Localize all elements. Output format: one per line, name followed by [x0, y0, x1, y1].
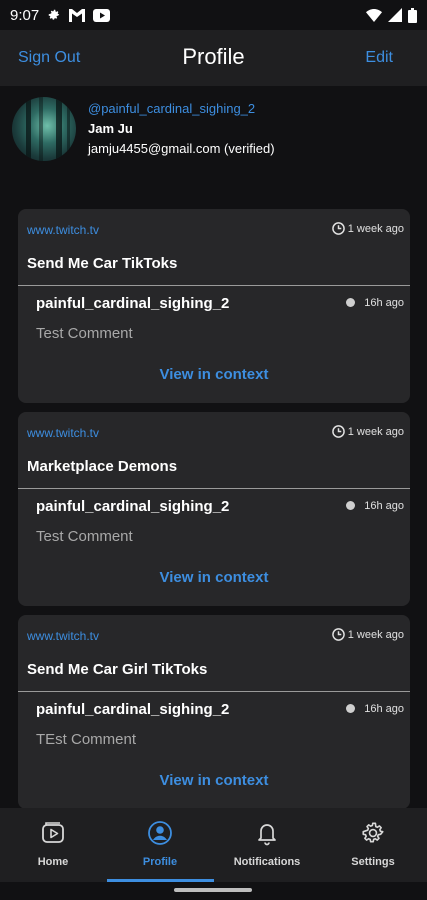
card-divider	[18, 285, 410, 286]
card-divider	[18, 691, 410, 692]
card-time-label: 1 week ago	[347, 628, 404, 641]
status-bar: 9:07	[0, 0, 427, 30]
status-time: 9:07	[10, 6, 40, 24]
settings-icon	[47, 8, 61, 22]
comment-text: Test Comment	[36, 528, 133, 545]
card-title[interactable]: Send Me Car Girl TikToks	[27, 661, 207, 678]
profile-icon	[148, 821, 172, 845]
card-title[interactable]: Marketplace Demons	[27, 458, 177, 475]
signal-icon	[388, 8, 402, 22]
card-site-link[interactable]: www.twitch.tv	[27, 426, 99, 440]
comment-status-dot	[346, 704, 355, 713]
card-time: 1 week ago	[331, 425, 404, 438]
youtube-icon	[93, 8, 111, 22]
comment-username: painful_cardinal_sighing_2	[36, 295, 230, 312]
card-site-link[interactable]: www.twitch.tv	[27, 629, 99, 643]
app-bar: Sign Out Profile Edit	[0, 30, 427, 86]
profile-email: jamju4455@gmail.com (verified)	[88, 141, 275, 156]
comment-time: 16h ago	[364, 703, 404, 715]
card-time-label: 1 week ago	[347, 425, 404, 438]
clock-icon	[331, 222, 345, 235]
home-gesture-handle[interactable]	[174, 888, 252, 892]
comment-card: www.twitch.tv 1 week ago Marketplace Dem…	[18, 412, 410, 606]
comment-text: Test Comment	[36, 325, 133, 342]
nav-notifications-label: Notifications	[233, 856, 301, 868]
profile-username[interactable]: @painful_cardinal_sighing_2	[88, 101, 255, 116]
battery-icon	[408, 7, 417, 23]
edit-button[interactable]: Edit	[365, 49, 393, 67]
clock-icon	[331, 628, 345, 641]
card-time: 1 week ago	[331, 222, 404, 235]
view-in-context-link[interactable]: View in context	[18, 569, 410, 586]
bottom-nav: Home Profile Notifications Settings	[0, 808, 427, 882]
comment-status-dot	[346, 501, 355, 510]
card-site-link[interactable]: www.twitch.tv	[27, 223, 99, 237]
comment-time: 16h ago	[364, 297, 404, 309]
nav-profile[interactable]: Profile	[107, 808, 213, 882]
gear-icon	[362, 822, 384, 843]
profile-header: @painful_cardinal_sighing_2 Jam Ju jamju…	[12, 97, 412, 167]
nav-home[interactable]: Home	[0, 808, 106, 882]
nav-settings[interactable]: Settings	[320, 808, 426, 882]
profile-name: Jam Ju	[88, 121, 133, 136]
view-in-context-link[interactable]: View in context	[18, 366, 410, 383]
card-divider	[18, 488, 410, 489]
comment-username: painful_cardinal_sighing_2	[36, 701, 230, 718]
clock-icon	[331, 425, 345, 438]
avatar	[12, 97, 76, 161]
nav-settings-label: Settings	[351, 856, 395, 868]
gmail-icon	[69, 8, 86, 22]
comment-status-dot	[346, 298, 355, 307]
comment-username: painful_cardinal_sighing_2	[36, 498, 230, 515]
nav-notifications[interactable]: Notifications	[214, 808, 320, 882]
comment-card: www.twitch.tv 1 week ago Send Me Car Gir…	[18, 615, 410, 809]
bell-icon	[258, 824, 276, 846]
nav-home-label: Home	[37, 856, 69, 868]
nav-profile-label: Profile	[142, 856, 178, 868]
gesture-bar	[0, 882, 427, 900]
comment-card: www.twitch.tv 1 week ago Send Me Car Tik…	[18, 209, 410, 403]
view-in-context-link[interactable]: View in context	[18, 772, 410, 789]
home-video-icon	[42, 822, 64, 843]
comment-time: 16h ago	[364, 500, 404, 512]
wifi-icon	[366, 8, 382, 22]
card-time-label: 1 week ago	[347, 222, 404, 235]
comment-text: TEst Comment	[36, 731, 137, 748]
card-title[interactable]: Send Me Car TikToks	[27, 255, 177, 272]
card-time: 1 week ago	[331, 628, 404, 641]
page-title: Profile	[182, 44, 245, 69]
